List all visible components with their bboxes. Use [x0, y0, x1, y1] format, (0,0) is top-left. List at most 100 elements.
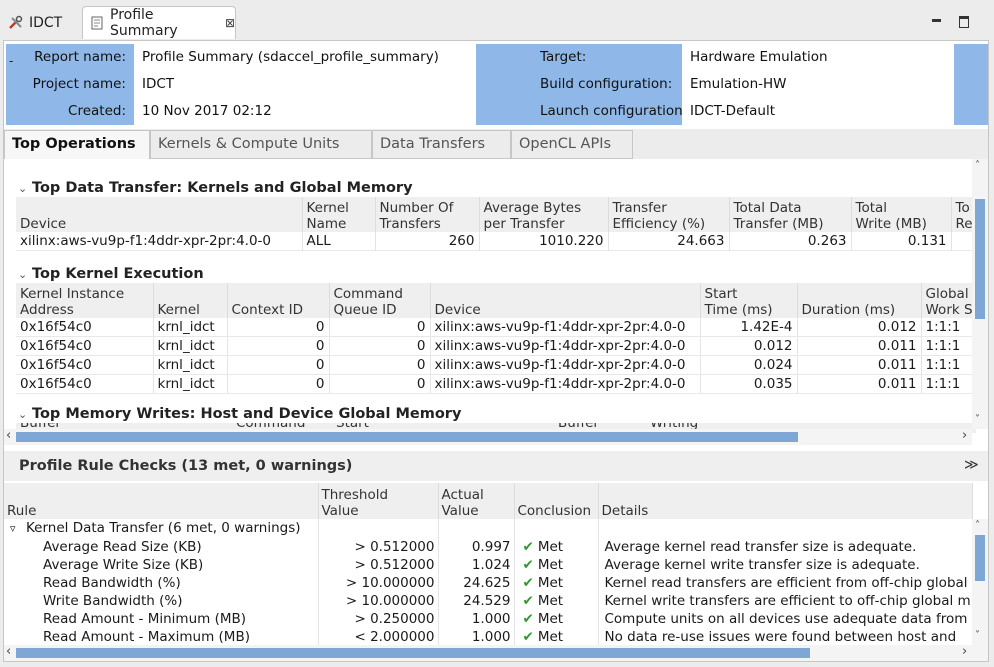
data-transfer-column-header[interactable]: Total Data Transfer (MB): [729, 197, 852, 232]
header-collapse-button[interactable]: -: [6, 44, 20, 125]
rule-label: Read Amount - Minimum (MB): [43, 611, 247, 627]
table-cell: 0: [227, 336, 330, 356]
data-transfer-column-header[interactable]: Device: [16, 197, 303, 232]
table-row[interactable]: 0x16f54c0 krnl_idct 0 0 xilinx:aws-vu9p-f1:4…: [16, 318, 988, 337]
rule-row[interactable]: Average Write Size (KB) > 0.512000 1.024 ✔ M…: [4, 556, 973, 574]
table-row[interactable]: xilinx:aws-vu9p-f1:4ddr-xpr-2pr:4.0-0 ALL…: [16, 232, 988, 251]
table-row[interactable]: 0x16f54c0 krnl_idct 0 0 xilinx:aws-vu9p-f1:4…: [16, 336, 988, 356]
rule-row[interactable]: Write Bandwidth (%) > 10.000000 24.529 ✔ Met…: [4, 592, 973, 610]
scroll-down-icon[interactable]: ˅: [975, 631, 980, 641]
rule-details: No data re-use issues were found between…: [598, 628, 973, 646]
tab-opencl-apis[interactable]: OpenCL APIs: [511, 130, 633, 159]
data-transfer-column-header[interactable]: Kernel Name: [302, 197, 376, 232]
scroll-left-icon[interactable]: ‹: [6, 429, 11, 442]
table-cell: 0x16f54c0: [16, 336, 154, 356]
rule-details: Compute units on all devices use adequat…: [598, 610, 973, 628]
rule-row[interactable]: Read Amount - Minimum (MB) > 0.250000 1.00…: [4, 610, 973, 628]
table-cell: 0: [329, 336, 431, 356]
rule-name: Read Amount - Maximum (MB): [4, 628, 319, 646]
rule-threshold: > 0.250000: [318, 610, 439, 628]
rule-group-row[interactable]: ▿ Kernel Data Transfer (6 met, 0 warnings…: [4, 519, 973, 538]
kernel-execution-column-header[interactable]: Command Queue ID: [329, 283, 431, 318]
section-title-kernel-execution[interactable]: ⌄ Top Kernel Execution: [18, 266, 204, 282]
rule-row[interactable]: Read Bandwidth (%) > 10.000000 24.625 ✔ Met K…: [4, 574, 973, 592]
table-cell: 1.42E-4: [700, 318, 798, 337]
tab-top-operations[interactable]: Top Operations: [4, 130, 150, 159]
table-row[interactable]: 0x16f54c0 krnl_idct 0 0 xilinx:aws-vu9p-f1:4…: [16, 374, 988, 394]
table-row[interactable]: 0x16f54c0 krnl_idct 0 0 xilinx:aws-vu9p-f1:4…: [16, 355, 988, 375]
data-transfer-table: Device Kernel Name Number Of Transfers Averag…: [16, 197, 988, 251]
rule-column-header[interactable]: Rule: [4, 483, 319, 519]
table-cell: 0: [227, 355, 330, 375]
rules-vertical-scrollbar[interactable]: ˄ ˅: [972, 519, 988, 645]
report-tabs: Top Operations Kernels & Compute Units D…: [4, 129, 988, 159]
eclipse-editor-window: IDCT Profile Summary ⊠ - Report name: Pr…: [0, 0, 994, 667]
rules-horizontal-scrollbar[interactable]: ‹ ›: [4, 645, 988, 661]
rule-name: Read Bandwidth (%): [4, 574, 319, 592]
tab-data-transfers[interactable]: Data Transfers: [372, 130, 511, 159]
close-tab-icon[interactable]: ⊠: [225, 16, 235, 30]
rule-threshold: > 0.512000: [318, 538, 439, 556]
top-operations-content: ⌄ Top Data Transfer: Kernels and Global M…: [4, 159, 988, 445]
top-horizontal-scrollbar[interactable]: ‹ ›: [4, 429, 972, 445]
rule-actual: 24.529: [438, 592, 515, 610]
section-title-memory-writes[interactable]: ⌄ Top Memory Writes: Host and Device Glob…: [18, 406, 461, 422]
table-cell: ALL: [302, 232, 376, 251]
scrollbar-thumb[interactable]: [975, 535, 985, 581]
table-cell: 0.035: [700, 374, 798, 394]
data-transfer-column-header[interactable]: Number Of Transfers: [375, 197, 480, 232]
kernel-execution-column-header[interactable]: Kernel: [153, 283, 228, 318]
scroll-up-icon[interactable]: ˄: [975, 521, 980, 531]
table-cell: 0: [329, 355, 431, 375]
kernel-execution-column-header[interactable]: Context ID: [227, 283, 330, 318]
section-title-data-transfer[interactable]: ⌄ Top Data Transfer: Kernels and Global M…: [18, 180, 413, 196]
rule-actual: 1.000: [438, 628, 515, 646]
table-cell: krnl_idct: [153, 318, 228, 337]
tab-idct[interactable]: IDCT: [2, 6, 82, 39]
rule-threshold: > 10.000000: [318, 592, 439, 610]
rule-column-header[interactable]: Details: [598, 483, 973, 519]
data-transfer-column-header[interactable]: Total Write (MB): [851, 197, 952, 232]
rule-row[interactable]: Average Read Size (KB) > 0.512000 0.997 ✔ Me…: [4, 538, 973, 556]
launch-config-label: Launch configuration:: [476, 98, 687, 125]
collapse-panel-icon[interactable]: ≫: [964, 457, 979, 473]
rule-column-header[interactable]: Threshold Value: [318, 483, 439, 519]
top-vertical-scrollbar[interactable]: ˄ ˅: [972, 159, 988, 429]
table-cell: krnl_idct: [153, 336, 228, 356]
rule-name: Read Amount - Minimum (MB): [4, 610, 319, 628]
rule-details: Average kernel read transfer size is ade…: [598, 538, 973, 556]
collapse-twisty-icon[interactable]: ⌄: [18, 268, 32, 281]
rule-column-header[interactable]: Conclusion: [514, 483, 599, 519]
scroll-up-icon[interactable]: ˄: [975, 161, 980, 171]
table-cell: 0: [329, 374, 431, 394]
collapse-twisty-icon[interactable]: ⌄: [18, 408, 32, 421]
scroll-left-icon[interactable]: ‹: [6, 645, 11, 658]
kernel-execution-column-header[interactable]: Start Time (ms): [700, 283, 798, 318]
rule-conclusion: ✔ Met: [514, 574, 599, 592]
expand-twisty-icon[interactable]: ▿: [10, 520, 26, 538]
scroll-down-icon[interactable]: ˅: [975, 415, 980, 425]
tab-profile-summary[interactable]: Profile Summary ⊠: [82, 6, 236, 39]
scrollbar-thumb[interactable]: [975, 199, 985, 319]
rule-conclusion: ✔ Met: [514, 610, 599, 628]
collapse-twisty-icon[interactable]: ⌄: [18, 182, 32, 195]
scrollbar-thumb[interactable]: [16, 432, 798, 442]
check-icon: ✔: [522, 593, 534, 609]
rule-checks-header: Profile Rule Checks (13 met, 0 warnings)…: [4, 451, 988, 481]
rule-column-header[interactable]: Actual Value: [438, 483, 515, 519]
rule-checks-title: Profile Rule Checks (13 met, 0 warnings): [19, 458, 353, 474]
created-label: Created:: [20, 98, 134, 125]
scrollbar-thumb[interactable]: [16, 648, 810, 658]
data-transfer-column-header[interactable]: Average Bytes per Transfer: [479, 197, 609, 232]
tab-kernels-compute-units[interactable]: Kernels & Compute Units: [150, 130, 372, 159]
scroll-right-icon[interactable]: ›: [962, 429, 967, 442]
data-transfer-column-header[interactable]: Transfer Efficiency (%): [608, 197, 730, 232]
kernel-execution-column-header[interactable]: Duration (ms): [797, 283, 922, 318]
rule-row[interactable]: Read Amount - Maximum (MB) < 2.000000 1.00…: [4, 628, 973, 646]
scroll-right-icon[interactable]: ›: [962, 645, 967, 658]
build-config-label: Build configuration:: [476, 71, 682, 98]
kernel-execution-column-header[interactable]: Device: [430, 283, 701, 318]
maximize-icon[interactable]: [957, 14, 971, 28]
kernel-execution-column-header[interactable]: Kernel Instance Address: [16, 283, 154, 318]
minimize-icon[interactable]: [930, 14, 944, 28]
